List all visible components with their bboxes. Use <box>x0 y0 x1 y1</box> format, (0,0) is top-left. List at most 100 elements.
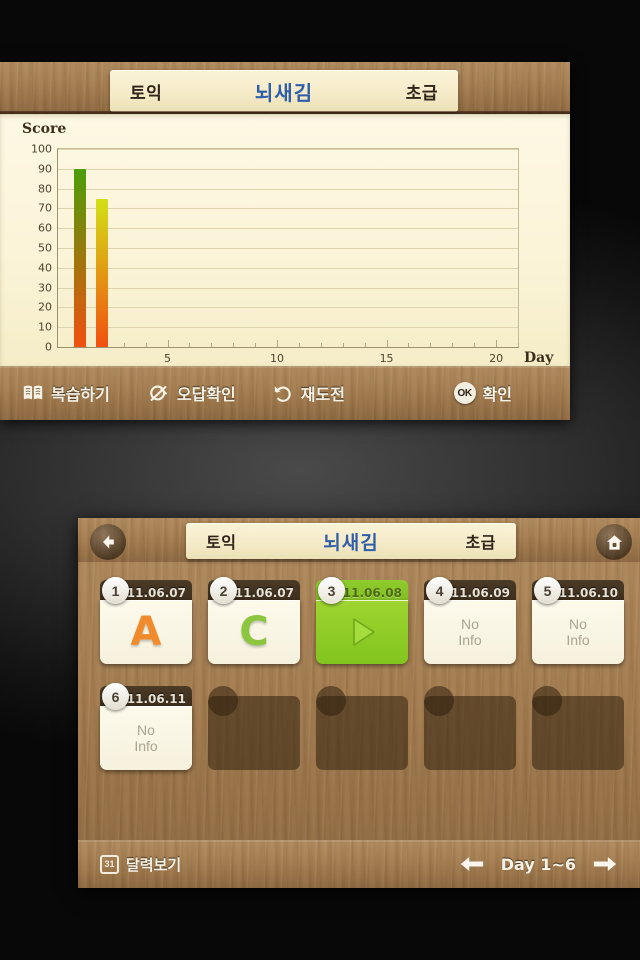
review-button-label: 복습하기 <box>51 387 110 404</box>
chart-y-tick-label: 40 <box>38 261 52 275</box>
chart-x-tick-mark <box>167 340 169 347</box>
day-card-date: 11.06.08 <box>342 586 402 600</box>
chart-title-plate: 토익 뇌새김 초급 <box>110 70 458 112</box>
chart-x-tick-mark <box>189 343 191 347</box>
chart-screen-panel: 토익 뇌새김 초급 Score 100 90 80 70 60 50 40 30 20 10 0 5 1… <box>0 62 570 420</box>
chart-y-tick-label: 0 <box>45 340 52 354</box>
calendar-icon: 31 <box>100 854 119 874</box>
day-card-number-badge: 1 <box>102 577 129 604</box>
day-card-number-badge: 3 <box>318 577 345 604</box>
wrong-answers-button[interactable]: 오답확인 <box>148 381 236 405</box>
day-card-number-badge: 4 <box>426 577 453 604</box>
retry-button[interactable]: 재도전 <box>272 381 345 405</box>
chart-x-tick-mark <box>386 340 388 347</box>
chart-gridline <box>58 168 518 170</box>
day-card-number-badge: 6 <box>102 683 129 710</box>
day-card-face <box>316 600 408 664</box>
day-card-date: 11.06.07 <box>126 586 186 600</box>
placeholder-badge-notch <box>424 686 454 716</box>
arrow-right-icon <box>593 857 617 871</box>
chart-bar <box>95 198 108 347</box>
day-card[interactable]: 11.06.09 No Info 4 <box>424 577 516 664</box>
day-card[interactable]: 11.06.07 C 2 <box>208 577 300 664</box>
calendar-view-button[interactable]: 31 달력보기 <box>100 854 181 875</box>
chart-gridline <box>58 149 518 150</box>
chart-x-tick-mark <box>474 343 476 347</box>
day-card-face: No Info <box>532 600 624 664</box>
chart-x-tick-mark <box>518 343 519 347</box>
chart-x-tick-mark <box>211 343 213 347</box>
day-card[interactable]: 11.06.07 A 1 <box>100 577 192 664</box>
chart-header-title: 뇌새김 <box>254 82 314 105</box>
chart-x-tick-label: 15 <box>379 352 394 365</box>
day-card-grade-letter: C <box>239 609 269 655</box>
chart-y-tick-label: 90 <box>38 162 52 176</box>
chart-x-tick-label: 10 <box>270 352 285 365</box>
day-card-face: No Info <box>424 600 516 664</box>
confirm-button[interactable]: OK 확인 <box>453 381 512 405</box>
chart-y-tick-label: 70 <box>38 201 52 215</box>
chart-gridline <box>58 188 518 190</box>
chart-y-tick-label: 50 <box>38 241 52 255</box>
day-card[interactable]: 11.06.08 3 <box>316 577 408 664</box>
home-button[interactable] <box>596 524 632 560</box>
day-card-grade-letter: A <box>130 609 162 655</box>
day-card-date: 11.06.09 <box>450 586 510 600</box>
chart-y-tick-label: 30 <box>38 281 52 295</box>
days-header-title: 뇌새김 <box>323 532 379 554</box>
wrong-answers-button-label: 오답확인 <box>176 387 236 404</box>
chart-x-axis-title: Day <box>524 350 554 366</box>
confirm-button-label: 확인 <box>482 387 512 404</box>
day-list-screen-panel: 토익 뇌새김 초급 11.06.07 A 1 11.06.07 C 2 11.06.08 3 1… <box>78 518 640 888</box>
days-title-plate: 토익 뇌새김 초급 <box>186 523 516 559</box>
days-header-bar: 토익 뇌새김 초급 <box>78 518 640 562</box>
day-card-grid: 11.06.07 A 1 11.06.07 C 2 11.06.08 3 11.06.09 No I… <box>78 562 640 840</box>
next-page-button[interactable] <box>592 854 618 874</box>
book-icon <box>23 385 43 400</box>
home-icon <box>606 534 622 550</box>
calendar-view-label: 달력보기 <box>126 856 182 874</box>
score-chart: Score 100 90 80 70 60 50 40 30 20 10 0 5 10 15 20 Day <box>0 114 570 366</box>
chart-gridline <box>58 287 518 289</box>
day-card-number-badge: 2 <box>210 577 237 604</box>
chart-gridline <box>58 228 518 230</box>
day-card-placeholder <box>208 686 300 770</box>
play-icon <box>353 618 375 646</box>
day-card-no-info-label: No Info <box>458 615 482 648</box>
days-header-category: 토익 <box>206 535 237 552</box>
chart-action-toolbar: 복습하기 오답확인 재도전 OK 확인 <box>0 366 570 420</box>
chart-x-tick-mark <box>496 340 498 347</box>
chart-x-tick-mark <box>408 343 410 347</box>
day-range-label: Day 1~6 <box>500 854 576 874</box>
chart-gridline <box>58 208 518 210</box>
chart-x-tick-mark <box>145 343 147 347</box>
chart-x-tick-mark <box>298 343 300 347</box>
chart-y-tick-label: 60 <box>38 221 52 235</box>
screenshot-canvas: 토익 뇌새김 초급 Score 100 90 80 70 60 50 40 30 20 10 0 5 1… <box>0 0 640 960</box>
chart-bar <box>73 168 86 347</box>
chart-x-tick-mark <box>364 343 366 347</box>
chart-y-tick-label: 100 <box>31 142 52 156</box>
chart-header-level: 초급 <box>405 83 438 103</box>
chart-x-tick-mark <box>430 343 432 347</box>
chart-x-tick-label: 5 <box>164 352 172 365</box>
day-card[interactable]: 11.06.11 No Info 6 <box>100 683 192 770</box>
chart-x-tick-mark <box>452 343 454 347</box>
chart-gridline <box>58 307 518 309</box>
prev-page-button[interactable] <box>459 854 485 874</box>
placeholder-badge-notch <box>316 686 346 716</box>
chart-x-tick-label: 20 <box>489 352 504 365</box>
day-card[interactable]: 11.06.10 No Info 5 <box>532 577 624 664</box>
day-card-number-badge: 5 <box>534 577 561 604</box>
day-card-no-info-label: No Info <box>566 615 590 648</box>
chart-x-tick-mark <box>255 343 257 347</box>
review-button[interactable]: 복습하기 <box>22 381 110 405</box>
placeholder-badge-notch <box>208 686 238 716</box>
placeholder-badge-notch <box>532 686 562 716</box>
days-header-level: 초급 <box>465 535 496 552</box>
days-bottom-bar: 31 달력보기 Day 1~6 <box>78 840 640 888</box>
chart-gridline <box>58 327 518 329</box>
back-button[interactable] <box>90 524 126 560</box>
chart-y-tick-label: 20 <box>38 300 52 314</box>
day-card-face: A <box>100 600 192 664</box>
